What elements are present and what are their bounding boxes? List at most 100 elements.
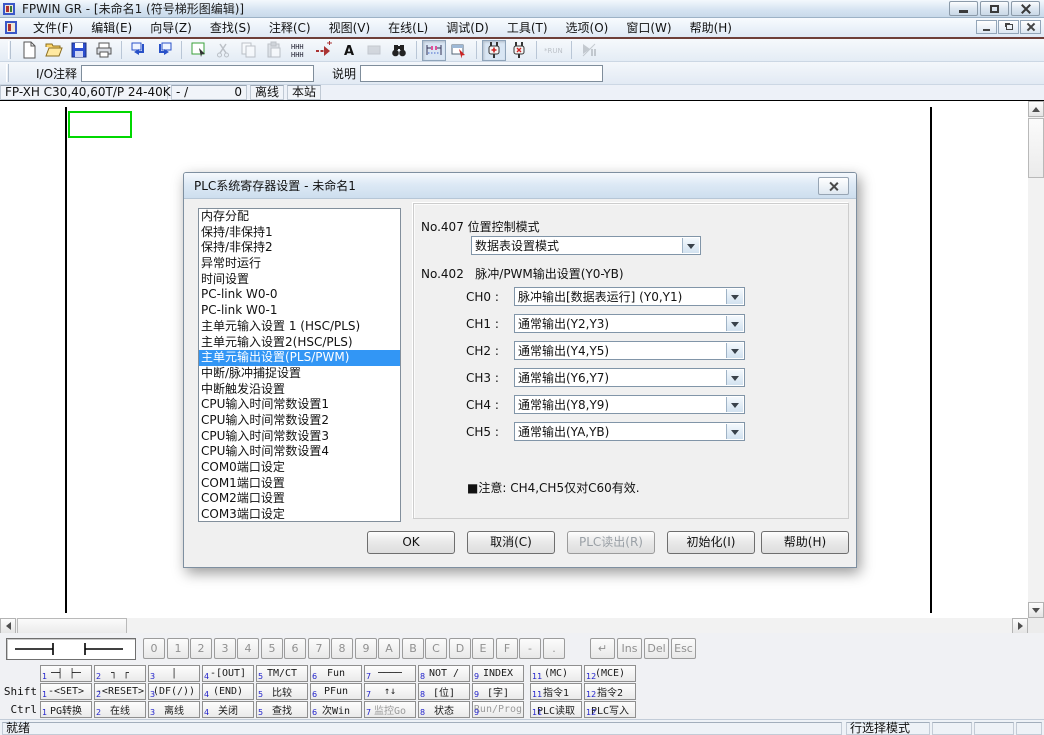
insert-key[interactable]: Ins xyxy=(617,638,642,659)
keypad-f[interactable]: F xyxy=(496,638,518,659)
keypad-1[interactable]: 1 xyxy=(167,638,189,659)
fkey-ctrl-f3[interactable]: 3离线 xyxy=(148,701,200,718)
fkey-f12[interactable]: 12(MCE) xyxy=(584,665,636,682)
keypad-5[interactable]: 5 xyxy=(261,638,283,659)
list-item[interactable]: COM0端口设定 xyxy=(199,460,400,476)
io-comment-button[interactable]: HHHHHH xyxy=(287,40,311,61)
list-item[interactable]: 保持/非保持2 xyxy=(199,240,400,256)
list-item[interactable]: COM3端口设定 xyxy=(199,507,400,523)
list-item[interactable]: 异常时运行 xyxy=(199,256,400,272)
menu-help[interactable]: 帮助(H) xyxy=(681,17,741,38)
list-item-selected[interactable]: 主单元输出设置(PLS/PWM) xyxy=(199,350,400,366)
mdi-minimize-button[interactable] xyxy=(976,20,997,34)
keypad-e[interactable]: E xyxy=(472,638,494,659)
dialog-close-button[interactable] xyxy=(818,177,849,195)
menu-options[interactable]: 选项(O) xyxy=(557,17,618,38)
ladder-cursor[interactable] xyxy=(68,111,132,138)
chevron-down-icon[interactable] xyxy=(726,289,743,304)
run-mode-button[interactable]: *RUN xyxy=(542,40,566,61)
fkey-ctrl-f5[interactable]: 5查找 xyxy=(256,701,308,718)
mdi-restore-button[interactable] xyxy=(998,20,1019,34)
fkey-f2[interactable]: 2┐ ┌ xyxy=(94,665,146,682)
download-to-plc-button[interactable] xyxy=(127,40,151,61)
fkey-ctrl-f1[interactable]: 1PG转换 xyxy=(40,701,92,718)
list-item[interactable]: 保持/非保持1 xyxy=(199,225,400,241)
menu-tools[interactable]: 工具(T) xyxy=(498,17,557,38)
list-item[interactable]: PC-link W0-1 xyxy=(199,303,400,319)
list-item[interactable]: COM1端口设置 xyxy=(199,476,400,492)
fkey-shift-f9[interactable]: 9[字] xyxy=(472,683,524,700)
find-button[interactable] xyxy=(387,40,411,61)
plc-readout-button[interactable]: PLC读出(R) xyxy=(567,531,655,554)
enter-key[interactable]: ↵ xyxy=(590,638,615,659)
keypad-3[interactable]: 3 xyxy=(214,638,236,659)
ch0-combo[interactable]: 脉冲输出[数据表运行] (Y0,Y1) xyxy=(514,287,745,306)
ladder-symbol-view-button[interactable] xyxy=(422,40,446,61)
list-item[interactable]: 内存分配 xyxy=(199,209,400,225)
fkey-f7[interactable]: 7──── xyxy=(364,665,416,682)
list-item[interactable]: CPU输入时间常数设置1 xyxy=(199,397,400,413)
fkey-f4[interactable]: 4-[OUT] xyxy=(202,665,254,682)
fkey-shift-f6[interactable]: 6PFun xyxy=(310,683,362,700)
keypad-a[interactable]: A xyxy=(378,638,400,659)
menu-file[interactable]: 文件(F) xyxy=(24,17,82,38)
fkey-shift-f3[interactable]: 3(DF(/)) xyxy=(148,683,200,700)
fkey-shift-f8[interactable]: 8[位] xyxy=(418,683,470,700)
chevron-down-icon[interactable] xyxy=(726,316,743,331)
ch5-combo[interactable]: 通常输出(YA,YB) xyxy=(514,422,745,441)
fkey-ctrl-f2[interactable]: 2在线 xyxy=(94,701,146,718)
horizontal-scroll-thumb[interactable] xyxy=(17,618,127,634)
keypad-9[interactable]: 9 xyxy=(355,638,377,659)
vertical-scrollbar[interactable] xyxy=(1028,101,1044,618)
list-item[interactable]: 中断/脉冲捕捉设置 xyxy=(199,366,400,382)
select-mode-button[interactable] xyxy=(187,40,211,61)
menu-view[interactable]: 视图(V) xyxy=(320,17,380,38)
open-file-button[interactable] xyxy=(42,40,66,61)
fkey-shift-f1[interactable]: 1-<SET> xyxy=(40,683,92,700)
fkey-ctrl-f11[interactable]: 11PLC读取 xyxy=(530,701,582,718)
scroll-up-button[interactable] xyxy=(1028,101,1044,117)
new-file-button[interactable] xyxy=(17,40,41,61)
fkey-shift-f7[interactable]: 7↑↓ xyxy=(364,683,416,700)
comment-text-button[interactable]: A xyxy=(337,40,361,61)
fkey-f9[interactable]: 9INDEX xyxy=(472,665,524,682)
fkey-shift-f2[interactable]: 2-<RESET> xyxy=(94,683,146,700)
keypad-2[interactable]: 2 xyxy=(190,638,212,659)
keypad-d[interactable]: D xyxy=(449,638,471,659)
fkey-shift-f12[interactable]: 12指令2 xyxy=(584,683,636,700)
ch4-combo[interactable]: 通常输出(Y8,Y9) xyxy=(514,395,745,414)
online-mode-button[interactable] xyxy=(482,40,506,61)
cancel-button[interactable]: 取消(C) xyxy=(467,531,555,554)
help-button[interactable]: 帮助(H) xyxy=(761,531,849,554)
fkey-ctrl-f8[interactable]: 8状态 xyxy=(418,701,470,718)
keypad-4[interactable]: 4 xyxy=(237,638,259,659)
list-item[interactable]: CPU输入时间常数设置2 xyxy=(199,413,400,429)
list-item[interactable]: 中断触发沿设置 xyxy=(199,382,400,398)
menu-search[interactable]: 查找(S) xyxy=(201,17,260,38)
description-input[interactable] xyxy=(360,65,603,82)
ok-button[interactable]: OK xyxy=(367,531,455,554)
ch1-combo[interactable]: 通常输出(Y2,Y3) xyxy=(514,314,745,333)
scroll-right-button[interactable] xyxy=(1012,618,1028,634)
fkey-shift-f5[interactable]: 5比较 xyxy=(256,683,308,700)
position-control-mode-combo[interactable]: 数据表设置模式 xyxy=(471,236,701,255)
minimize-button[interactable] xyxy=(949,1,978,16)
keypad-b[interactable]: B xyxy=(402,638,424,659)
jump-button[interactable] xyxy=(312,40,336,61)
fkey-f6[interactable]: 6Fun xyxy=(310,665,362,682)
monitor-run-button[interactable] xyxy=(577,40,601,61)
chevron-down-icon[interactable] xyxy=(726,397,743,412)
ch2-combo[interactable]: 通常输出(Y4,Y5) xyxy=(514,341,745,360)
list-item[interactable]: 主单元输入设置2(HSC/PLS) xyxy=(199,335,400,351)
fkey-shift-f11[interactable]: 11指令1 xyxy=(530,683,582,700)
horizontal-scrollbar[interactable] xyxy=(0,618,1028,634)
chevron-down-icon[interactable] xyxy=(726,424,743,439)
list-item[interactable]: CPU输入时间常数设置4 xyxy=(199,444,400,460)
register-category-list[interactable]: 内存分配 保持/非保持1 保持/非保持2 异常时运行 时间设置 PC-link … xyxy=(198,208,401,522)
fkey-f8[interactable]: 8NOT / xyxy=(418,665,470,682)
list-item[interactable]: COM2端口设置 xyxy=(199,491,400,507)
escape-key[interactable]: Esc xyxy=(671,638,696,659)
save-button[interactable] xyxy=(67,40,91,61)
menu-wizard[interactable]: 向导(Z) xyxy=(141,17,201,38)
scroll-down-button[interactable] xyxy=(1028,602,1044,618)
